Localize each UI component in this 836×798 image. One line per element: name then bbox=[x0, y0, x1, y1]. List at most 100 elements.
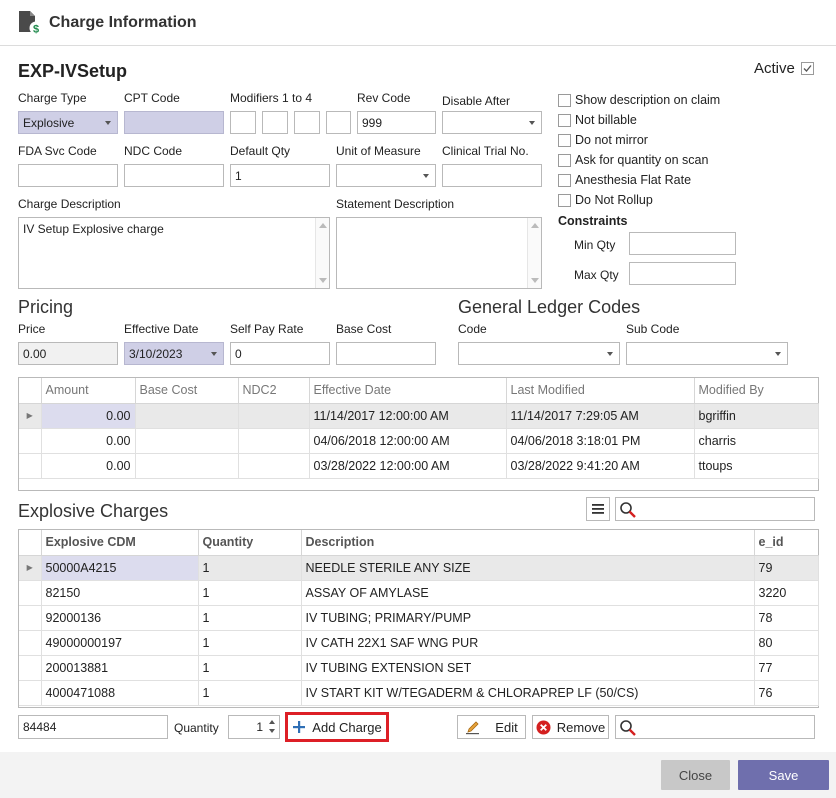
price-input[interactable]: 0.00 bbox=[18, 342, 118, 365]
column-header[interactable]: Quantity bbox=[198, 530, 302, 556]
remove-button[interactable]: Remove bbox=[532, 715, 609, 739]
table-cell[interactable]: 1 bbox=[198, 680, 302, 706]
column-header[interactable]: e_id bbox=[754, 530, 818, 556]
table-cell[interactable]: 50000A4215 bbox=[41, 555, 199, 581]
charge-search-input[interactable] bbox=[615, 715, 815, 739]
table-cell[interactable]: 49000000197 bbox=[41, 630, 199, 656]
checkbox[interactable] bbox=[558, 193, 571, 207]
column-header[interactable]: Modified By bbox=[694, 378, 818, 404]
effective-date-picker[interactable]: 3/10/2023 bbox=[124, 342, 224, 365]
modifier-1-input[interactable] bbox=[230, 111, 256, 134]
table-row[interactable]: 4000471088 1 IV START KIT W/TEGADERM & C… bbox=[19, 680, 819, 706]
scrollbar[interactable] bbox=[527, 218, 541, 288]
table-cell[interactable] bbox=[135, 428, 239, 454]
charge-description-textarea[interactable]: IV Setup Explosive charge bbox=[18, 217, 330, 289]
column-header[interactable]: Amount bbox=[41, 378, 136, 404]
table-cell[interactable]: 1 bbox=[198, 655, 302, 681]
table-cell[interactable]: 79 bbox=[754, 555, 819, 581]
column-header[interactable]: Base Cost bbox=[135, 378, 239, 404]
table-cell[interactable]: ASSAY OF AMYLASE bbox=[301, 580, 755, 606]
clinical-trial-input[interactable] bbox=[442, 164, 542, 187]
default-qty-input[interactable]: 1 bbox=[230, 164, 330, 187]
table-cell[interactable] bbox=[238, 453, 310, 479]
scrollbar[interactable] bbox=[315, 218, 329, 288]
table-cell[interactable]: 80 bbox=[754, 630, 819, 656]
rev-code-input[interactable]: 999 bbox=[357, 111, 436, 134]
gl-sub-code-select[interactable] bbox=[626, 342, 788, 365]
table-cell[interactable]: 0.00 bbox=[41, 403, 136, 429]
unit-of-measure-select[interactable] bbox=[336, 164, 436, 187]
table-cell[interactable] bbox=[135, 403, 239, 429]
charge-code-input[interactable]: 84484 bbox=[18, 715, 168, 739]
option-show-description[interactable]: Show description on claim bbox=[558, 90, 720, 110]
cpt-code-input[interactable] bbox=[124, 111, 224, 134]
table-cell[interactable]: 82150 bbox=[41, 580, 199, 606]
table-row[interactable]: 0.00 03/28/2022 12:00:00 AM 03/28/2022 9… bbox=[19, 453, 819, 479]
table-cell[interactable] bbox=[135, 453, 239, 479]
table-row[interactable]: ▶ 0.00 11/14/2017 12:00:00 AM 11/14/2017… bbox=[19, 403, 819, 429]
close-button[interactable]: Close bbox=[661, 760, 730, 790]
charge-type-select[interactable]: Explosive bbox=[18, 111, 118, 134]
table-cell[interactable]: 77 bbox=[754, 655, 819, 681]
option-anesthesia-flat-rate[interactable]: Anesthesia Flat Rate bbox=[558, 170, 691, 190]
option-not-billable[interactable]: Not billable bbox=[558, 110, 637, 130]
stepper-down-icon[interactable] bbox=[269, 729, 275, 733]
stepper-up-icon[interactable] bbox=[269, 720, 275, 724]
table-cell[interactable]: 200013881 bbox=[41, 655, 199, 681]
table-cell[interactable] bbox=[238, 403, 310, 429]
table-cell[interactable]: 11/14/2017 12:00:00 AM bbox=[309, 403, 507, 429]
table-cell[interactable]: 0.00 bbox=[41, 428, 136, 454]
modifier-4-input[interactable] bbox=[326, 111, 351, 134]
table-cell[interactable]: 76 bbox=[754, 680, 819, 706]
table-cell[interactable]: 1 bbox=[198, 580, 302, 606]
table-cell[interactable]: 1 bbox=[198, 555, 302, 581]
save-button[interactable]: Save bbox=[738, 760, 829, 790]
checkbox[interactable] bbox=[558, 133, 571, 147]
table-cell[interactable]: 1 bbox=[198, 605, 302, 631]
table-cell[interactable]: 04/06/2018 12:00:00 AM bbox=[309, 428, 507, 454]
table-cell[interactable]: charris bbox=[694, 428, 819, 454]
table-cell[interactable]: 78 bbox=[754, 605, 819, 631]
option-ask-quantity[interactable]: Ask for quantity on scan bbox=[558, 150, 708, 170]
edit-button[interactable]: Edit bbox=[457, 715, 526, 739]
table-row[interactable]: 49000000197 1 IV CATH 22X1 SAF WNG PUR 8… bbox=[19, 630, 819, 656]
table-cell[interactable]: 04/06/2018 3:18:01 PM bbox=[506, 428, 695, 454]
table-cell[interactable]: ttoups bbox=[694, 453, 819, 479]
column-header[interactable]: NDC2 bbox=[238, 378, 310, 404]
base-cost-input[interactable] bbox=[336, 342, 436, 365]
option-do-not-rollup[interactable]: Do Not Rollup bbox=[558, 190, 653, 210]
table-cell[interactable]: bgriffin bbox=[694, 403, 819, 429]
table-cell[interactable]: 3220 bbox=[754, 580, 819, 606]
active-toggle[interactable]: Active bbox=[754, 60, 814, 77]
statement-description-textarea[interactable] bbox=[336, 217, 542, 289]
ndc-code-input[interactable] bbox=[124, 164, 224, 187]
table-cell[interactable]: 0.00 bbox=[41, 453, 136, 479]
max-qty-input[interactable] bbox=[629, 262, 736, 285]
table-cell[interactable]: IV TUBING; PRIMARY/PUMP bbox=[301, 605, 755, 631]
explosive-search-input[interactable] bbox=[615, 497, 815, 521]
self-pay-rate-input[interactable]: 0 bbox=[230, 342, 330, 365]
checkbox[interactable] bbox=[558, 93, 571, 107]
table-cell[interactable] bbox=[238, 428, 310, 454]
table-cell[interactable]: 03/28/2022 12:00:00 AM bbox=[309, 453, 507, 479]
add-charge-button[interactable]: Add Charge bbox=[285, 712, 389, 742]
column-menu-button[interactable] bbox=[586, 497, 610, 521]
table-cell[interactable]: IV CATH 22X1 SAF WNG PUR bbox=[301, 630, 755, 656]
modifier-2-input[interactable] bbox=[262, 111, 288, 134]
table-row[interactable]: ▶ 50000A4215 1 NEEDLE STERILE ANY SIZE 7… bbox=[19, 555, 819, 581]
table-row[interactable]: 200013881 1 IV TUBING EXTENSION SET 77 bbox=[19, 655, 819, 681]
table-cell[interactable]: 92000136 bbox=[41, 605, 199, 631]
column-header[interactable]: Effective Date bbox=[309, 378, 507, 404]
table-cell[interactable]: 4000471088 bbox=[41, 680, 199, 706]
fda-svc-code-input[interactable] bbox=[18, 164, 118, 187]
checkbox[interactable] bbox=[558, 153, 571, 167]
table-cell[interactable]: NEEDLE STERILE ANY SIZE bbox=[301, 555, 755, 581]
scroll-up-icon[interactable] bbox=[531, 223, 539, 228]
table-row[interactable]: 82150 1 ASSAY OF AMYLASE 3220 bbox=[19, 580, 819, 606]
column-header[interactable]: Description bbox=[301, 530, 755, 556]
table-cell[interactable]: IV TUBING EXTENSION SET bbox=[301, 655, 755, 681]
table-cell[interactable]: 03/28/2022 9:41:20 AM bbox=[506, 453, 695, 479]
scroll-down-icon[interactable] bbox=[531, 278, 539, 283]
scroll-down-icon[interactable] bbox=[319, 278, 327, 283]
table-cell[interactable]: 11/14/2017 7:29:05 AM bbox=[506, 403, 695, 429]
